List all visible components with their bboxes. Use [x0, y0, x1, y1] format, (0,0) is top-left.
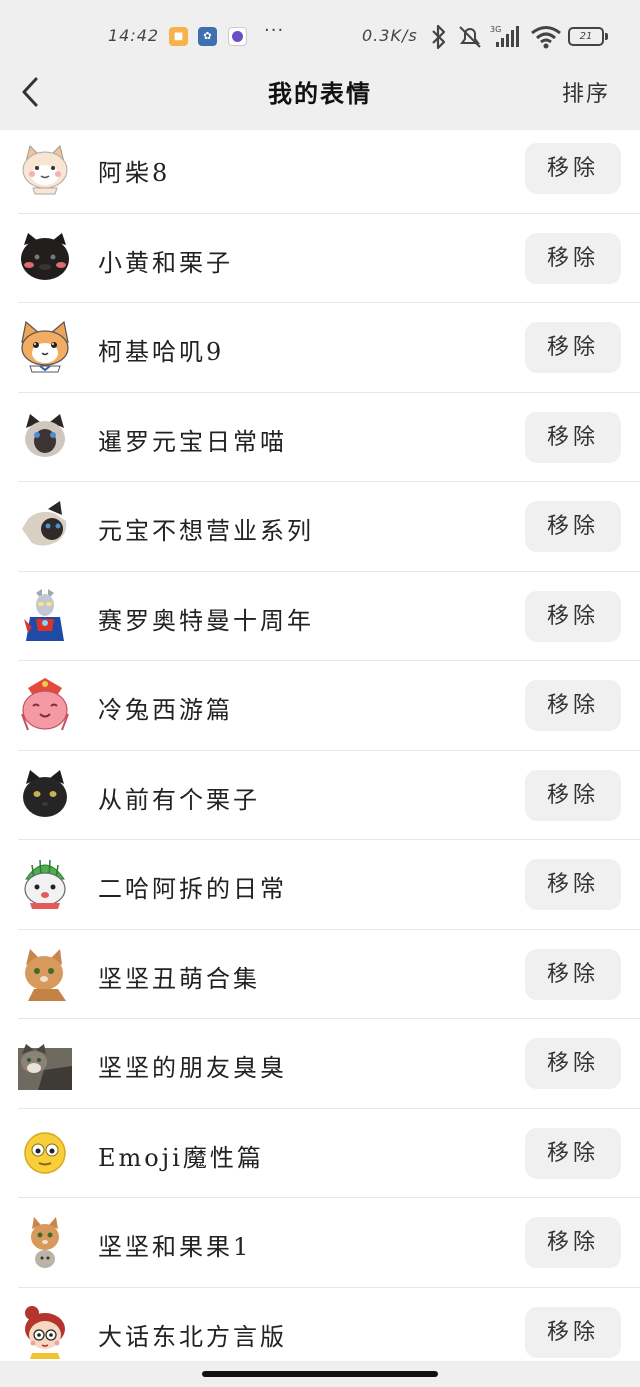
sticker-name: 小黄和栗子: [98, 248, 233, 277]
black-cat-sticker-icon: [21, 232, 69, 280]
sticker-row: 坚坚丑萌合集 移除: [0, 930, 640, 1019]
status-bar: 14:42 ■ ✿ ··· 0.3K/s 3G 21: [0, 18, 640, 56]
corgi-sticker-icon: [21, 320, 69, 373]
husky-sticker-icon: [24, 859, 66, 909]
home-indicator[interactable]: [202, 1371, 438, 1377]
page-title: 我的表情: [268, 79, 372, 108]
notification-app-icon: ■: [169, 27, 188, 46]
black-cat-sticker-icon: [23, 769, 67, 817]
sticker-row: 元宝不想营业系列 移除: [0, 482, 640, 572]
sticker-name: 柯基哈叽9: [98, 338, 225, 366]
shiba-dog-sticker-icon: [22, 145, 68, 195]
remove-button[interactable]: 移除: [525, 590, 621, 642]
sticker-row: 二哈阿拆的日常 移除: [0, 840, 640, 930]
remove-button[interactable]: 移除: [525, 232, 621, 284]
wifi-icon: [531, 26, 561, 49]
sticker-row: 冷兔西游篇 移除: [0, 661, 640, 751]
remove-button[interactable]: 移除: [525, 859, 621, 910]
sticker-row: 阿柴8 移除: [0, 124, 640, 214]
sticker-name: 坚坚和果果1: [98, 1233, 252, 1261]
sticker-name: 冷兔西游篇: [98, 696, 233, 724]
orange-cat-sticker-icon: [25, 948, 66, 1001]
sticker-name: 大话东北方言版: [98, 1322, 287, 1351]
remove-button[interactable]: 移除: [525, 1038, 621, 1089]
sticker-name: 二哈阿拆的日常: [98, 875, 287, 903]
more-notifications-icon: ···: [264, 20, 285, 41]
remove-button[interactable]: 移除: [525, 1217, 621, 1268]
remove-button[interactable]: 移除: [525, 411, 621, 463]
app-notification-icon: [228, 27, 247, 46]
sticker-name: Emoji魔性篇: [98, 1143, 264, 1172]
remove-button[interactable]: 移除: [525, 1306, 621, 1358]
navigation-bar: 我的表情 排序: [0, 60, 640, 124]
orange-cat-sticker-icon: [31, 1217, 59, 1268]
sort-button[interactable]: 排序: [562, 76, 610, 108]
ultraman-sticker-icon: [24, 588, 64, 641]
gesture-bar: [0, 1361, 640, 1387]
sticker-name: 坚坚丑萌合集: [98, 964, 260, 993]
pink-rabbit-sticker-icon: [21, 678, 69, 731]
remove-button[interactable]: 移除: [525, 769, 621, 821]
sticker-row: Emoji魔性篇 移除: [0, 1109, 640, 1198]
emoji-face-sticker-icon: [24, 1131, 66, 1174]
sticker-name: 阿柴8: [98, 159, 171, 187]
sticker-row: 小黄和栗子 移除: [0, 214, 640, 303]
siamese-cat-sticker-icon: [22, 501, 67, 546]
network-speed: 0.3K/s: [362, 26, 418, 45]
sticker-row: 柯基哈叽9 移除: [0, 303, 640, 393]
remove-button[interactable]: 移除: [525, 143, 621, 194]
remove-button[interactable]: 移除: [525, 501, 621, 552]
girl-cartoon-sticker-icon: [25, 1305, 65, 1359]
sticker-name: 坚坚的朋友臭臭: [98, 1054, 287, 1082]
sticker-name: 暹罗元宝日常喵: [98, 427, 287, 456]
settings-notification-icon: ✿: [198, 27, 217, 46]
sticker-row: 坚坚和果果1 移除: [0, 1198, 640, 1288]
sticker-name: 元宝不想营业系列: [98, 517, 314, 545]
sticker-list: 阿柴8 移除 小黄和栗子 移除 柯基哈叽9 移除 暹罗元宝日常喵 移除 元宝不想…: [0, 124, 640, 1377]
battery-indicator: 21: [568, 27, 608, 46]
tabby-cat-sticker-icon: [18, 1044, 72, 1090]
status-time: 14:42: [108, 26, 160, 45]
remove-button[interactable]: 移除: [525, 322, 621, 373]
mute-bell-icon: [459, 26, 481, 48]
cell-signal-icon: 3G: [490, 25, 519, 47]
sticker-row: 从前有个栗子 移除: [0, 751, 640, 840]
svg-text:3G: 3G: [490, 25, 501, 34]
sticker-name: 从前有个栗子: [98, 785, 260, 814]
remove-button[interactable]: 移除: [525, 948, 621, 1000]
siamese-cat-sticker-icon: [25, 413, 65, 457]
sticker-name: 赛罗奥特曼十周年: [98, 606, 314, 635]
sticker-row: 坚坚的朋友臭臭 移除: [0, 1019, 640, 1109]
remove-button[interactable]: 移除: [525, 1127, 621, 1179]
bluetooth-icon: [432, 24, 446, 50]
sticker-row: 暹罗元宝日常喵 移除: [0, 393, 640, 482]
remove-button[interactable]: 移除: [525, 680, 621, 731]
sticker-row: 赛罗奥特曼十周年 移除: [0, 572, 640, 661]
